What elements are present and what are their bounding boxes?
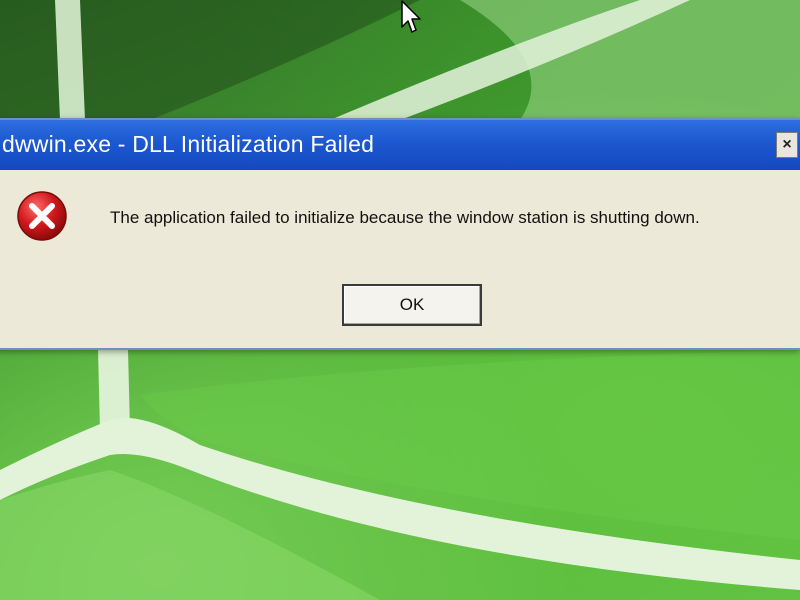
dialog-title: dwwin.exe - DLL Initialization Failed: [2, 131, 375, 157]
dialog-titlebar[interactable]: dwwin.exe - DLL Initialization Failed ×: [0, 120, 800, 170]
ok-button[interactable]: OK: [342, 284, 482, 326]
error-dialog: dwwin.exe - DLL Initialization Failed × …: [0, 118, 800, 350]
close-icon: ×: [782, 136, 792, 153]
error-message: The application failed to initialize bec…: [110, 208, 700, 227]
error-icon: [17, 191, 67, 241]
arrow-cursor-icon: [401, 0, 421, 33]
close-button[interactable]: ×: [776, 132, 798, 158]
